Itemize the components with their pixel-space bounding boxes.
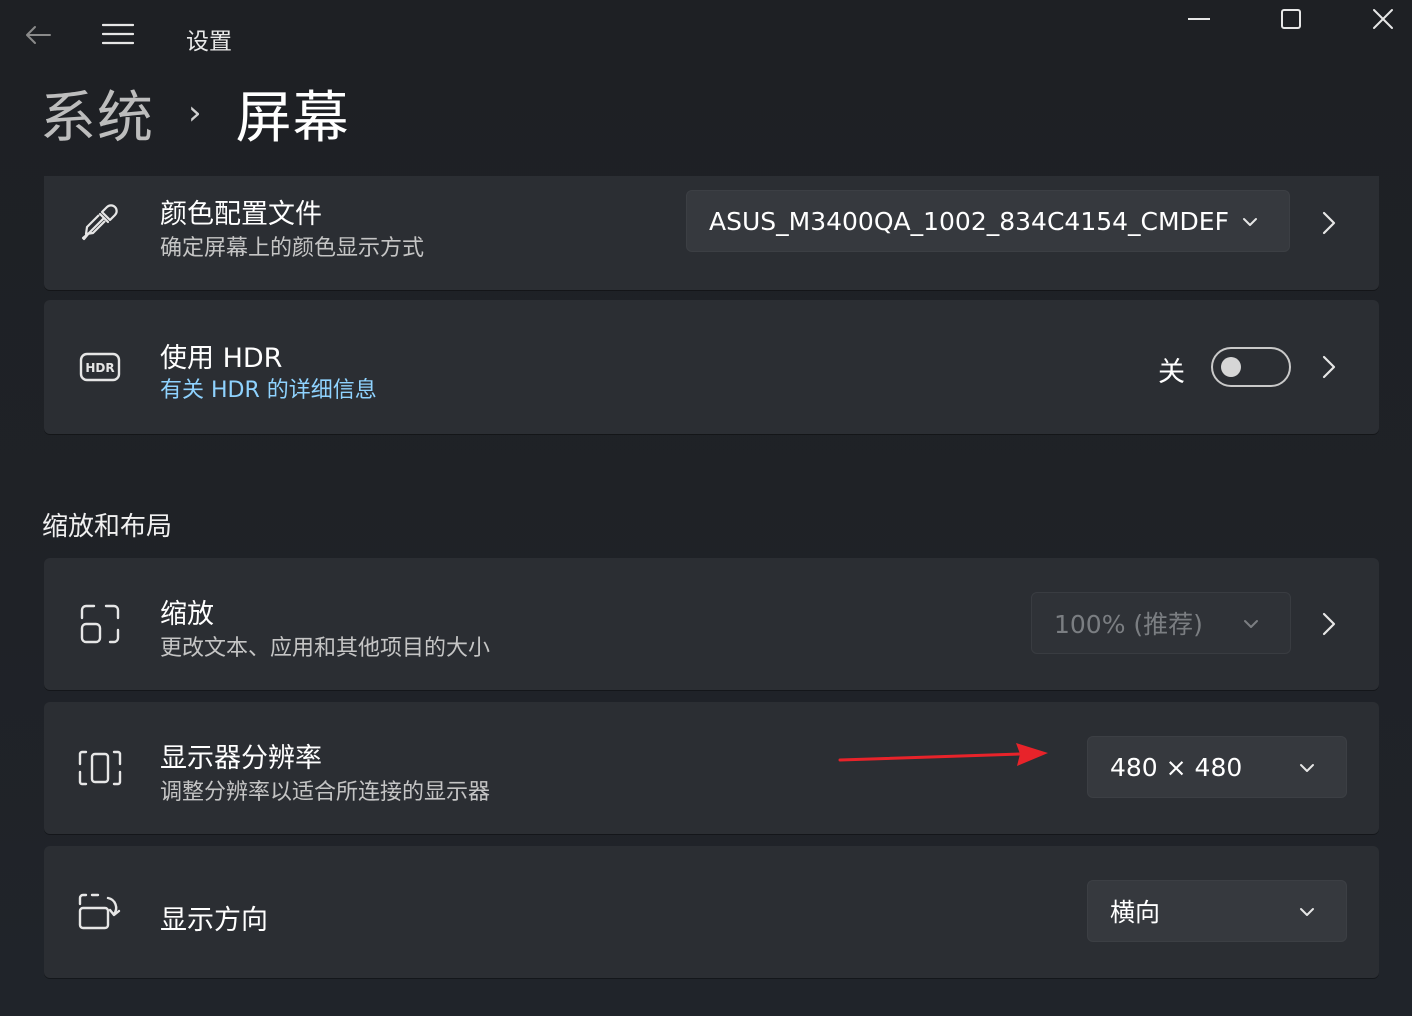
close-icon <box>1373 9 1393 29</box>
minimize-icon <box>1188 18 1210 20</box>
resolution-title: 显示器分辨率 <box>160 743 322 774</box>
resolution-icon <box>78 746 122 790</box>
hdr-card[interactable]: HDR 使用 HDR 有关 HDR 的详细信息 关 <box>44 300 1379 434</box>
hdr-toggle-label: 关 <box>1158 357 1185 388</box>
scale-value: 100% (推荐) <box>1054 610 1203 639</box>
red-arrow-annotation-icon <box>838 743 1048 766</box>
breadcrumb-separator: › <box>188 93 202 133</box>
rotate-screen-icon <box>78 890 122 934</box>
scale-dropdown[interactable]: 100% (推荐) <box>1031 592 1291 654</box>
color-profile-dropdown[interactable]: ASUS_M3400QA_1002_834C4154_CMDEF <box>686 190 1290 252</box>
orientation-dropdown[interactable]: 横向 <box>1087 880 1347 942</box>
minimize-button[interactable] <box>1176 0 1222 38</box>
maximize-icon <box>1281 9 1301 29</box>
hdr-icon: HDR <box>78 345 122 389</box>
hdr-toggle[interactable] <box>1211 347 1291 387</box>
chevron-down-icon <box>1243 218 1257 226</box>
page-title: 屏幕 <box>235 85 350 151</box>
orientation-card: 显示方向 横向 <box>44 846 1379 978</box>
scale-chevron-right-icon[interactable] <box>1317 609 1341 639</box>
orientation-title: 显示方向 <box>160 905 268 936</box>
resolution-value: 480 × 480 <box>1110 752 1243 782</box>
orientation-value: 横向 <box>1110 898 1161 927</box>
resolution-card: 显示器分辨率 调整分辨率以适合所连接的显示器 480 × 480 <box>44 702 1379 834</box>
toggle-knob <box>1221 357 1241 377</box>
chevron-down-icon <box>1300 764 1314 772</box>
chevron-down-icon <box>1300 908 1314 916</box>
title-bar: 设置 <box>0 0 1412 70</box>
color-profile-subtitle: 确定屏幕上的颜色显示方式 <box>160 236 425 261</box>
color-profile-chevron-right-icon[interactable] <box>1317 208 1341 238</box>
section-title-scale-layout: 缩放和布局 <box>42 512 173 542</box>
scale-icon <box>78 602 122 646</box>
breadcrumb-system[interactable]: 系统 <box>40 73 154 154</box>
resolution-dropdown[interactable]: 480 × 480 <box>1087 736 1347 798</box>
back-button[interactable] <box>18 18 58 52</box>
hdr-chevron-right-icon[interactable] <box>1317 352 1341 382</box>
hamburger-menu-icon <box>102 23 134 45</box>
scale-title: 缩放 <box>160 599 214 630</box>
color-profile-card[interactable]: 颜色配置文件 确定屏幕上的颜色显示方式 ASUS_M3400QA_1002_83… <box>44 176 1379 290</box>
svg-text:HDR: HDR <box>85 361 114 375</box>
maximize-button[interactable] <box>1268 0 1314 38</box>
hdr-info-link[interactable]: 有关 HDR 的详细信息 <box>160 372 377 404</box>
color-profile-value: ASUS_M3400QA_1002_834C4154_CMDEF <box>709 206 1229 236</box>
scale-subtitle: 更改文本、应用和其他项目的大小 <box>160 636 491 661</box>
breadcrumb: 系统 › 屏幕 <box>40 78 350 151</box>
app-title: 设置 <box>186 29 232 55</box>
resolution-subtitle: 调整分辨率以适合所连接的显示器 <box>160 780 491 805</box>
hdr-title: 使用 HDR <box>160 343 283 374</box>
settings-window: 设置 系统 › 屏幕 颜色配置文件 确定屏幕上的颜色显示方式 ASUS_M340… <box>0 0 1412 1016</box>
scale-card[interactable]: 缩放 更改文本、应用和其他项目的大小 100% (推荐) <box>44 558 1379 690</box>
close-button[interactable] <box>1360 0 1406 38</box>
color-profile-title: 颜色配置文件 <box>160 199 322 230</box>
back-arrow-icon <box>26 26 51 44</box>
navigation-menu-button[interactable] <box>98 16 138 52</box>
chevron-down-icon <box>1244 620 1258 628</box>
eyedropper-icon <box>78 200 122 244</box>
